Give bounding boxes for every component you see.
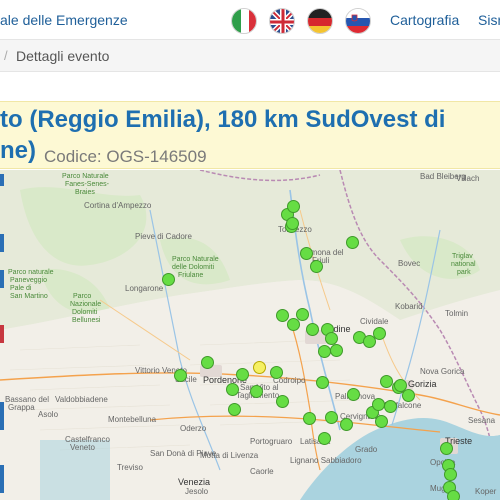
map-label: Veneto — [70, 443, 95, 452]
map-label: Treviso — [117, 463, 143, 472]
station-marker[interactable] — [447, 490, 460, 500]
map-label: Parco Naturale — [62, 173, 109, 180]
event-map[interactable]: Parco Naturale Fanes-Senes- Braies Corti… — [0, 170, 500, 500]
map-control[interactable] — [0, 465, 4, 493]
station-marker[interactable] — [287, 318, 300, 331]
station-marker[interactable] — [174, 369, 187, 382]
station-marker[interactable] — [384, 400, 397, 413]
event-title: to (Reggio Emilia), 180 km SudOvest di — [0, 106, 446, 133]
station-marker[interactable] — [318, 432, 331, 445]
uk-flag-icon[interactable] — [269, 8, 295, 34]
map-label: Paneveggio — [10, 277, 47, 284]
station-marker[interactable] — [306, 323, 319, 336]
station-marker[interactable] — [325, 411, 338, 424]
map-label: San Donà di Piave — [150, 449, 217, 458]
nav-sismi[interactable]: Sisn — [478, 12, 500, 28]
map-control[interactable] — [0, 402, 4, 430]
station-marker[interactable] — [444, 468, 457, 481]
station-marker[interactable] — [276, 395, 289, 408]
station-marker[interactable] — [303, 412, 316, 425]
map-label: Triglav — [452, 253, 473, 260]
map-label: Pale di — [10, 285, 32, 292]
breadcrumb: / Dettagli evento — [0, 40, 500, 72]
map-label-gorizia: Gorizia — [408, 379, 437, 389]
map-label: delle Dolomiti — [172, 264, 215, 271]
map-label: Sesana — [468, 416, 496, 425]
event-banner: to (Reggio Emilia), 180 km SudOvest di n… — [0, 101, 500, 169]
map-label: Cividale — [360, 317, 389, 326]
map-label: Bad Bleiberg — [420, 172, 466, 181]
map-label: Parco naturale — [8, 269, 54, 276]
station-marker[interactable] — [236, 368, 249, 381]
map-label: Bovec — [398, 259, 421, 268]
map-label: Fanes-Senes- — [65, 181, 109, 188]
station-marker-selected[interactable] — [253, 361, 266, 374]
map-label: park — [457, 269, 471, 276]
station-marker[interactable] — [318, 345, 331, 358]
station-marker[interactable] — [363, 335, 376, 348]
map-label: Lignano Sabbiadoro — [290, 456, 362, 465]
breadcrumb-current: Dettagli evento — [16, 48, 110, 64]
station-marker[interactable] — [300, 247, 313, 260]
map-label: Bellunesi — [72, 317, 101, 324]
map-label: Grappa — [8, 403, 35, 412]
station-marker[interactable] — [250, 385, 263, 398]
map-label: Kobarid — [395, 302, 423, 311]
site-title[interactable]: ale delle Emergenze — [0, 12, 128, 28]
station-marker[interactable] — [286, 217, 299, 230]
map-control[interactable] — [0, 234, 4, 252]
station-marker[interactable] — [330, 344, 343, 357]
station-marker[interactable] — [316, 376, 329, 389]
nav-cartografia[interactable]: Cartografia — [390, 12, 459, 28]
map-label: national — [451, 261, 476, 268]
germany-flag-icon[interactable] — [307, 8, 333, 34]
station-marker[interactable] — [440, 442, 453, 455]
map-label: Dolomiti — [72, 309, 98, 316]
breadcrumb-separator: / — [4, 48, 8, 63]
map-label: Parco — [73, 293, 92, 300]
page-root: ale delle Emergenze Cartografia Sisn / D… — [0, 0, 500, 500]
map-control[interactable] — [0, 270, 4, 288]
slovenia-flag-icon[interactable] — [345, 8, 371, 34]
map-label: Koper — [475, 487, 497, 496]
map-label: Jesolo — [185, 487, 209, 496]
map-label: Portogruaro — [250, 437, 293, 446]
map-control[interactable] — [0, 325, 4, 343]
station-marker[interactable] — [346, 236, 359, 249]
map-label: Tolmin — [445, 309, 469, 318]
station-marker[interactable] — [340, 418, 353, 431]
top-header: ale delle Emergenze Cartografia Sisn — [0, 0, 500, 40]
station-marker[interactable] — [226, 383, 239, 396]
map-label: Friulane — [178, 272, 204, 279]
map-label: Cortina d'Ampezzo — [84, 201, 152, 210]
station-marker[interactable] — [287, 200, 300, 213]
station-marker[interactable] — [402, 389, 415, 402]
map-label: Nazionale — [70, 301, 102, 308]
italy-flag-icon[interactable] — [231, 8, 257, 34]
map-label: Braies — [75, 189, 95, 196]
map-label: Oderzo — [180, 424, 207, 433]
map-label: Valdobbiadene — [55, 395, 108, 404]
station-marker[interactable] — [228, 403, 241, 416]
map-label: Grado — [355, 445, 378, 454]
station-marker[interactable] — [375, 415, 388, 428]
map-label-venezia: Venezia — [178, 477, 211, 487]
map-label: Longarone — [125, 284, 164, 293]
event-title-continued: ne) — [0, 137, 36, 164]
station-marker[interactable] — [270, 366, 283, 379]
map-label: Montebelluna — [108, 415, 157, 424]
event-code: Codice: OGS-146509 — [44, 147, 207, 166]
map-label: Asolo — [38, 410, 59, 419]
map-label: Pieve di Cadore — [135, 232, 192, 241]
map-control[interactable] — [0, 174, 4, 186]
map-label: Caorle — [250, 467, 274, 476]
station-marker[interactable] — [201, 356, 214, 369]
map-label: Nova Gorica — [420, 367, 465, 376]
station-marker[interactable] — [347, 388, 360, 401]
station-marker[interactable] — [162, 273, 175, 286]
map-label: San Martino — [10, 293, 48, 300]
map-label: Parco Naturale — [172, 256, 219, 263]
station-marker[interactable] — [372, 398, 385, 411]
station-marker[interactable] — [310, 260, 323, 273]
